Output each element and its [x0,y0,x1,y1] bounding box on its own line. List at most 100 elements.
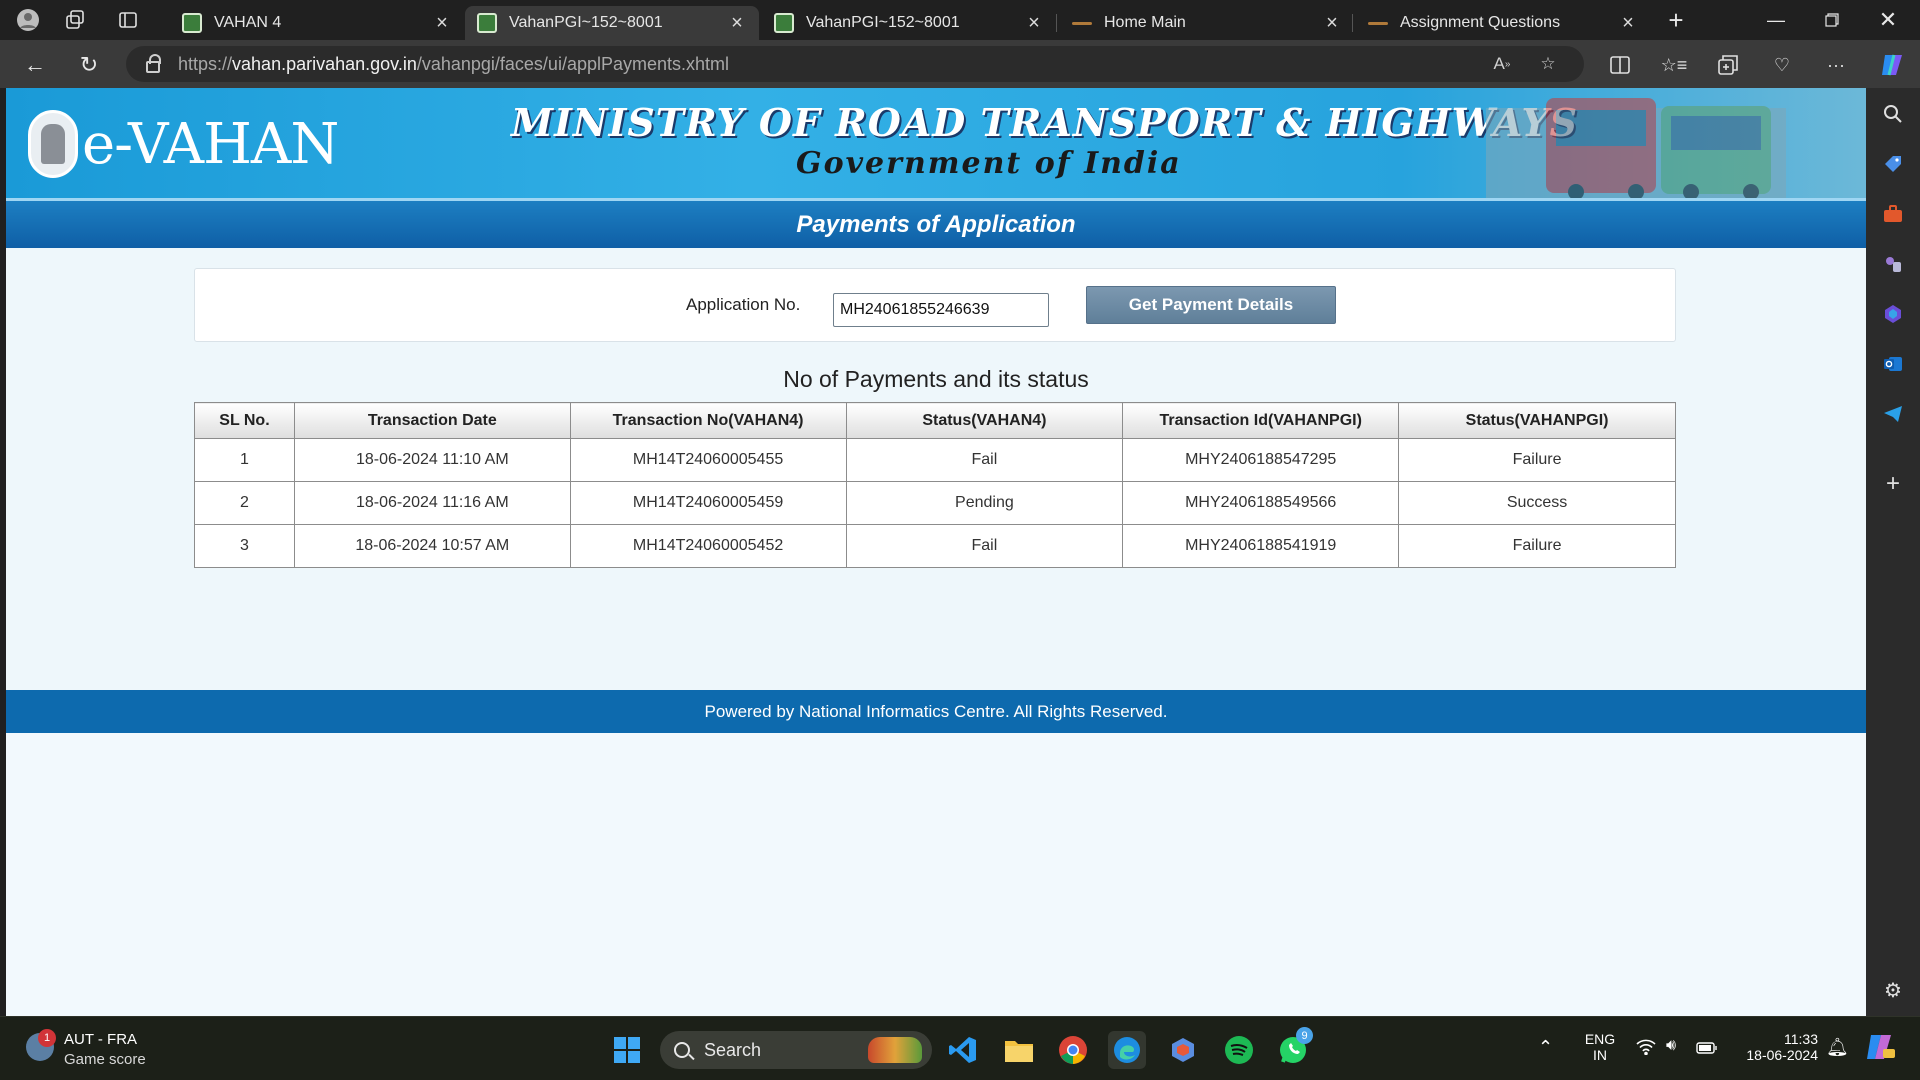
collections-icon[interactable] [1712,50,1744,80]
add-sidebar-app-icon[interactable]: + [1877,468,1909,500]
tab-title: VahanPGI~152~8001 [509,14,663,31]
language-indicator[interactable]: ENG IN [1578,1031,1622,1063]
web-page: e-VAHAN MINISTRY OF ROAD TRANSPORT & HIG… [6,88,1866,1016]
widget-headline: AUT - FRA [64,1031,138,1048]
assignment-favicon-icon [1368,21,1388,25]
table-row[interactable]: 3 18-06-2024 10:57 AM MH14T24060005452 F… [194,524,1676,568]
address-bar[interactable]: https://vahan.parivahan.gov.in/vahanpgi/… [126,46,1584,82]
whatsapp-badge: 9 [1296,1027,1313,1044]
notifications-bell-icon[interactable]: 🔔︎ [1826,1037,1849,1058]
spotify-icon[interactable] [1220,1031,1258,1069]
vscode-icon[interactable] [944,1031,982,1069]
copilot-icon[interactable] [1876,50,1908,80]
tab-vahan4[interactable]: VAHAN 4 × [170,6,464,40]
cell-sl-no: 1 [194,438,295,482]
new-tab-icon[interactable]: + [1660,4,1692,36]
close-tab-icon[interactable]: × [1024,12,1044,35]
close-tab-icon[interactable]: × [727,12,747,35]
telegram-send-icon[interactable] [1877,398,1909,430]
column-header-sl-no[interactable]: SL No. [194,402,295,439]
tab-assignment-questions[interactable]: Assignment Questions × [1356,6,1650,40]
volume-icon[interactable]: 🔊︎ [1666,1037,1676,1055]
split-screen-icon[interactable] [1604,50,1636,80]
workspaces-icon[interactable] [60,4,92,36]
battery-icon[interactable] [1696,1041,1718,1057]
profile-icon[interactable] [12,4,44,36]
column-header-transaction-id-vahanpgi[interactable]: Transaction Id(VAHANPGI) [1122,402,1400,439]
cell-sl-no: 2 [194,481,295,525]
table-header-row: SL No. Transaction Date Transaction No(V… [194,402,1676,439]
lock-icon[interactable] [146,54,161,73]
refresh-icon[interactable]: ↻ [72,48,106,82]
shopping-tag-icon[interactable] [1877,148,1909,180]
tab-home-main[interactable]: Home Main × [1060,6,1354,40]
cell-transaction-date: 18-06-2024 11:16 AM [293,481,571,525]
close-window-icon[interactable]: ✕ [1860,0,1916,40]
outlook-icon[interactable] [1877,348,1909,380]
start-windows-icon[interactable] [608,1031,646,1069]
page-empty-area [6,733,1866,1016]
bus-banner-image [1486,98,1786,198]
tab-vahanpgi[interactable]: VahanPGI~152~8001 × [762,6,1056,40]
news-widget[interactable]: 1 AUT - FRA Game score [24,1029,204,1071]
cube-app-icon[interactable] [1164,1031,1202,1069]
games-icon[interactable] [1877,248,1909,280]
column-header-status-vahan4[interactable]: Status(VAHAN4) [845,402,1124,439]
tab-title: Assignment Questions [1400,14,1561,31]
tab-title: VahanPGI~152~8001 [806,14,960,31]
payments-table: SL No. Transaction Date Transaction No(V… [194,402,1676,568]
region-code: IN [1593,1047,1607,1063]
column-header-transaction-no-vahan4[interactable]: Transaction No(VAHAN4) [569,402,847,439]
close-tab-icon[interactable]: × [432,12,452,35]
tab-vahanpgi-active[interactable]: VahanPGI~152~8001 × [465,6,759,40]
clock[interactable]: 11:33 18-06-2024 [1736,1031,1818,1063]
more-menu-icon[interactable]: ··· [1820,50,1852,80]
close-tab-icon[interactable]: × [1322,12,1342,35]
column-header-transaction-date[interactable]: Transaction Date [293,402,571,439]
cell-transaction-id: MHY2406188549566 [1122,481,1400,525]
main-content: Application No. Get Payment Details No o… [6,248,1866,690]
url-text[interactable]: https://vahan.parivahan.gov.in/vahanpgi/… [178,54,729,75]
search-icon [674,1042,690,1058]
table-row[interactable]: 1 18-06-2024 11:10 AM MH14T24060005455 F… [194,438,1676,482]
page-title: Payments of Application [796,210,1076,238]
browser-toolbar: ← ↻ https://vahan.parivahan.gov.in/vahan… [0,40,1920,88]
restore-icon[interactable] [1804,0,1860,40]
edge-icon[interactable] [1108,1031,1146,1069]
application-no-input[interactable] [833,293,1049,327]
browser-essentials-icon[interactable]: ♡ [1766,50,1798,80]
tools-briefcase-icon[interactable] [1877,198,1909,230]
tab-actions-icon[interactable] [112,4,144,36]
page-title-bar: Payments of Application [6,198,1866,248]
clock-time: 11:33 [1784,1031,1818,1047]
column-header-status-vahanpgi[interactable]: Status(VAHANPGI) [1398,402,1676,439]
clock-date: 18-06-2024 [1746,1047,1818,1063]
microsoft-365-icon[interactable] [1877,298,1909,330]
get-payment-details-button[interactable]: Get Payment Details [1086,286,1336,324]
whatsapp-icon[interactable]: 9 [1274,1027,1313,1069]
wifi-icon[interactable] [1636,1039,1656,1060]
search-icon[interactable] [1877,98,1909,130]
chrome-icon[interactable] [1054,1031,1092,1069]
back-icon[interactable]: ← [18,48,52,82]
payments-table-title: No of Payments and its status [783,366,1089,392]
notification-badge: 1 [38,1029,56,1047]
vahan-favicon-icon [477,13,497,33]
taskbar-search-box[interactable]: Search [660,1031,932,1069]
read-aloud-icon[interactable]: A» [1486,48,1518,80]
show-hidden-icons-chevron-icon[interactable]: ⌃ [1538,1037,1553,1058]
tab-title: Home Main [1104,14,1186,31]
table-row[interactable]: 2 18-06-2024 11:16 AM MH14T24060005459 P… [194,481,1676,525]
cell-transaction-no: MH14T24060005452 [569,524,847,568]
favorite-star-icon[interactable]: ☆ [1532,48,1564,80]
cell-status-vahanpgi: Failure [1398,524,1676,568]
file-explorer-icon[interactable] [1000,1031,1038,1069]
cell-transaction-date: 18-06-2024 11:10 AM [293,438,571,482]
favorites-icon[interactable]: ☆≡ [1658,50,1690,80]
settings-gear-icon[interactable]: ⚙ [1877,974,1909,1006]
evahan-logo-text: e-VAHAN [82,112,339,177]
close-tab-icon[interactable]: × [1618,12,1638,35]
copilot-taskbar-icon[interactable] [1864,1031,1896,1066]
cell-transaction-no: MH14T24060005455 [569,438,847,482]
minimize-icon[interactable]: — [1748,0,1804,40]
